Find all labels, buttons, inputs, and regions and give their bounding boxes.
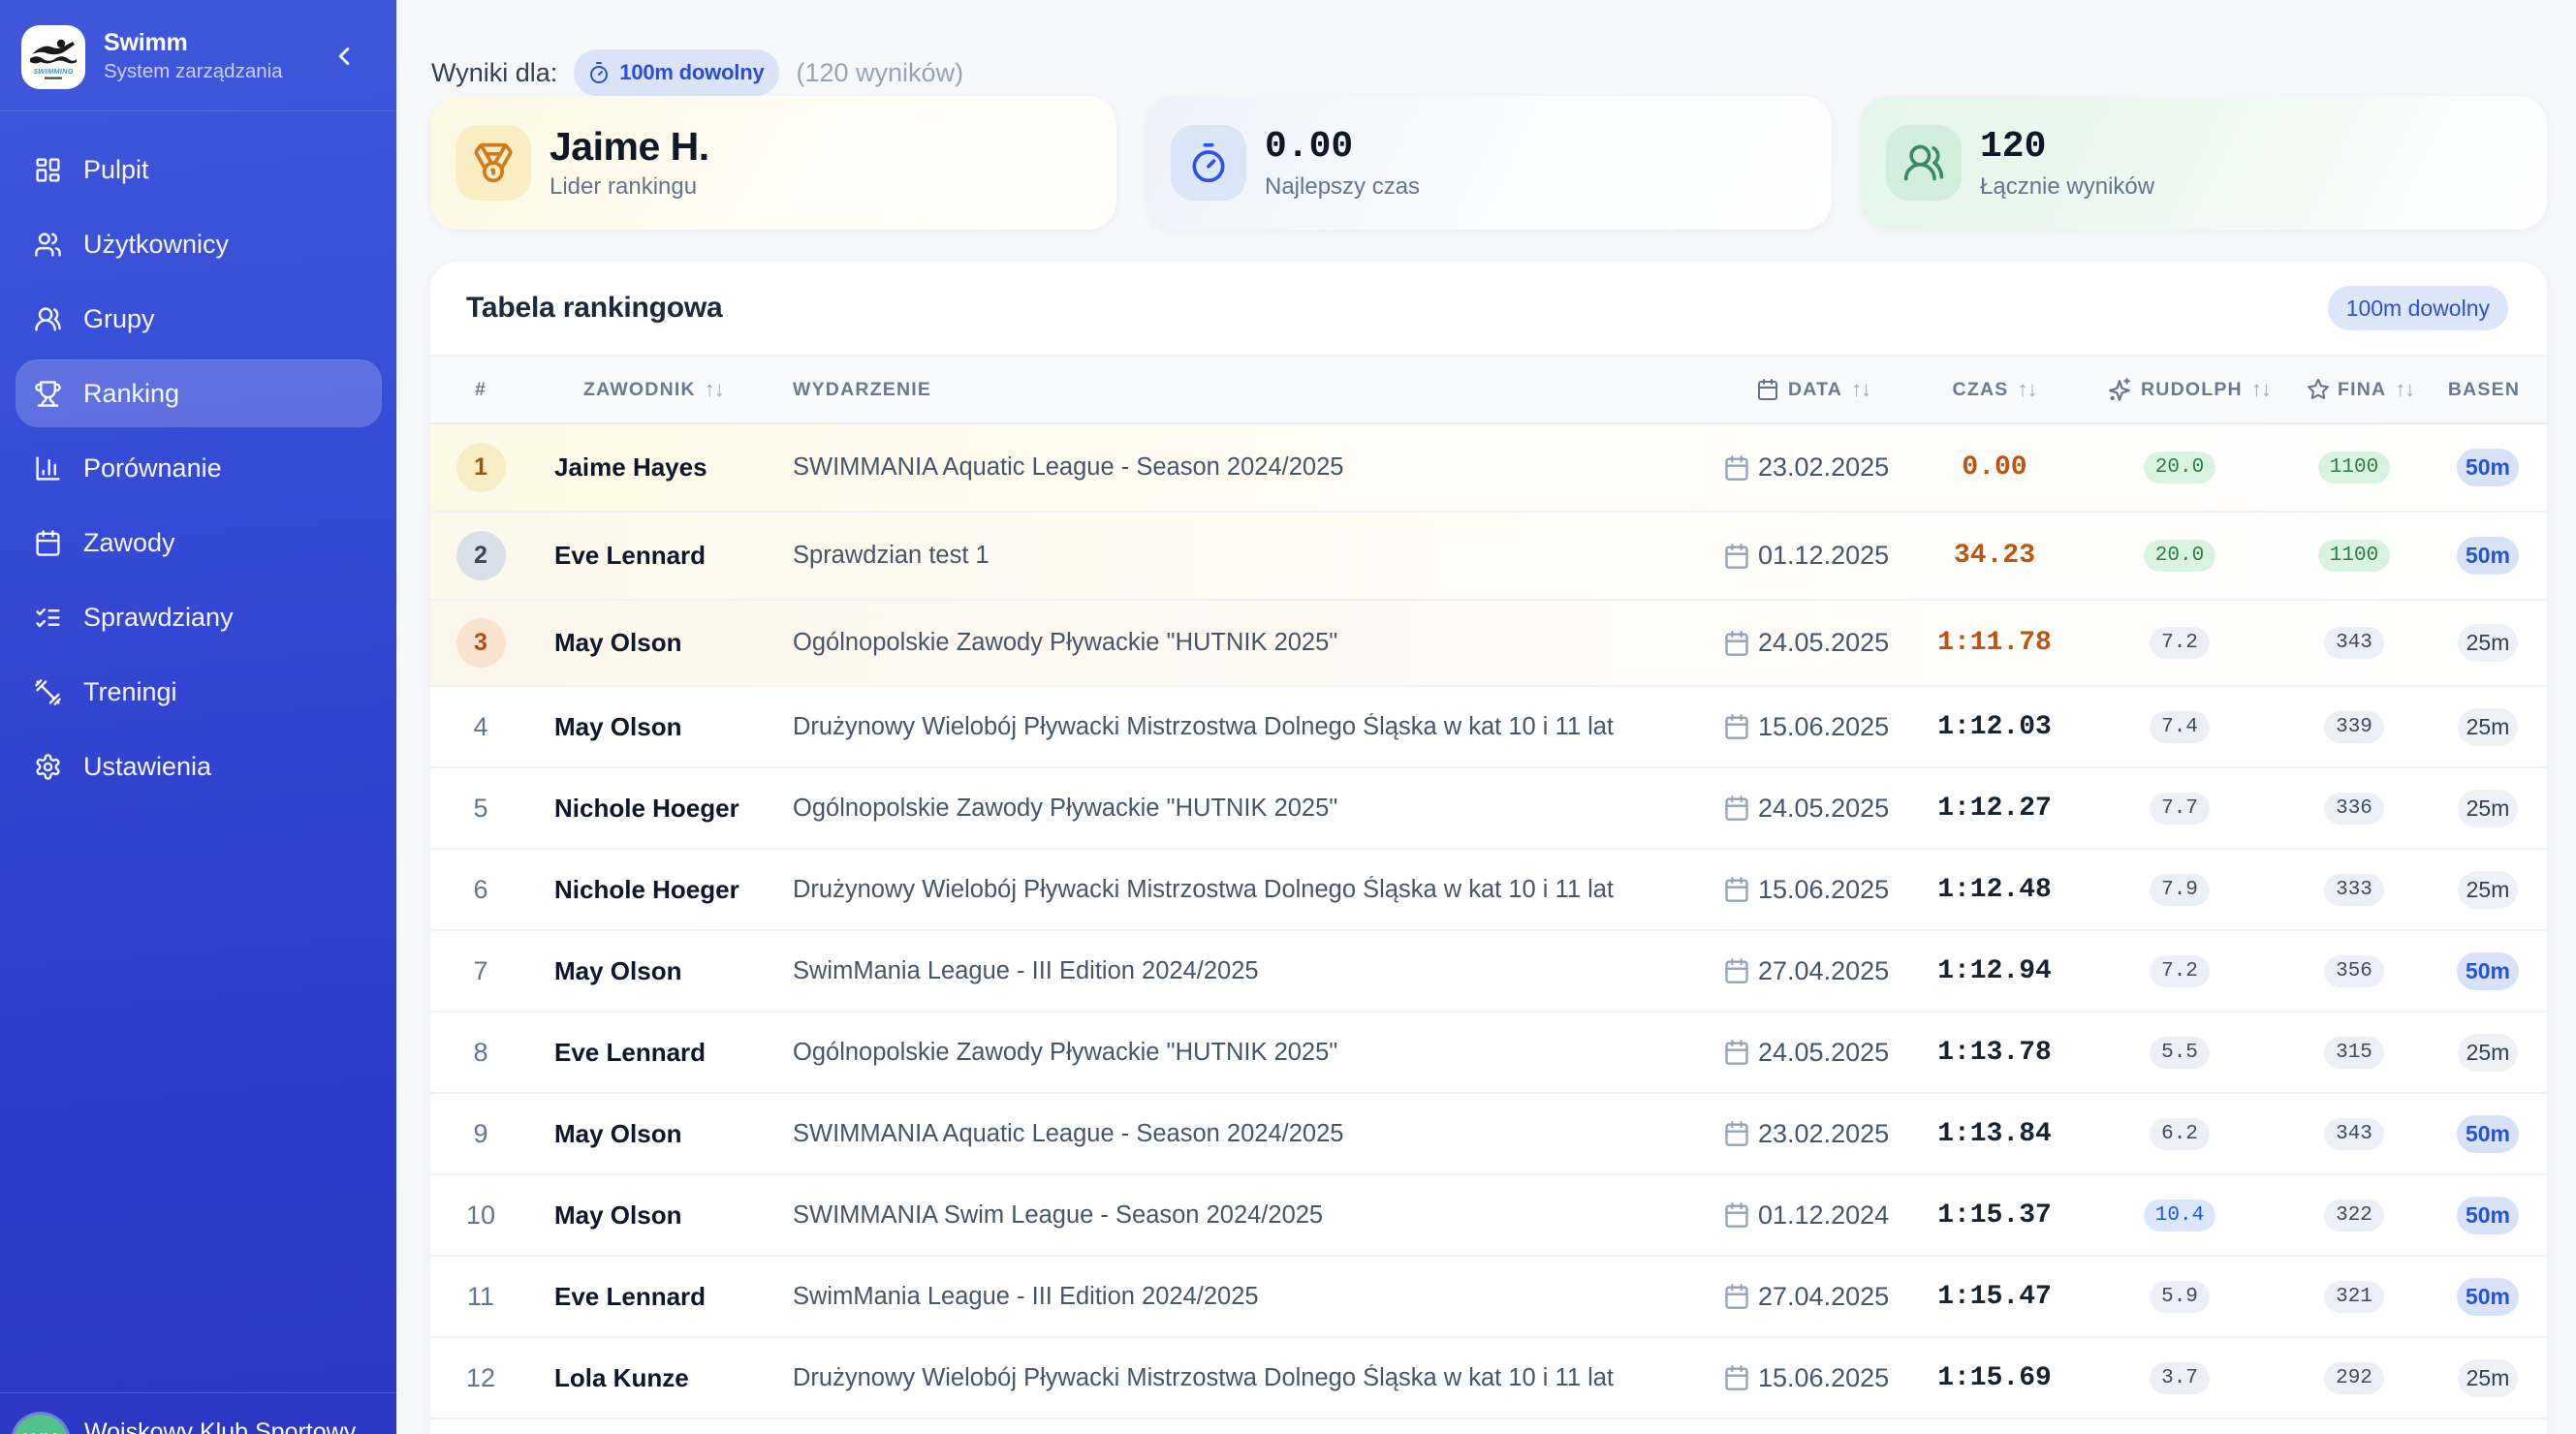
svg-text:SWIMMING: SWIMMING — [33, 67, 74, 76]
